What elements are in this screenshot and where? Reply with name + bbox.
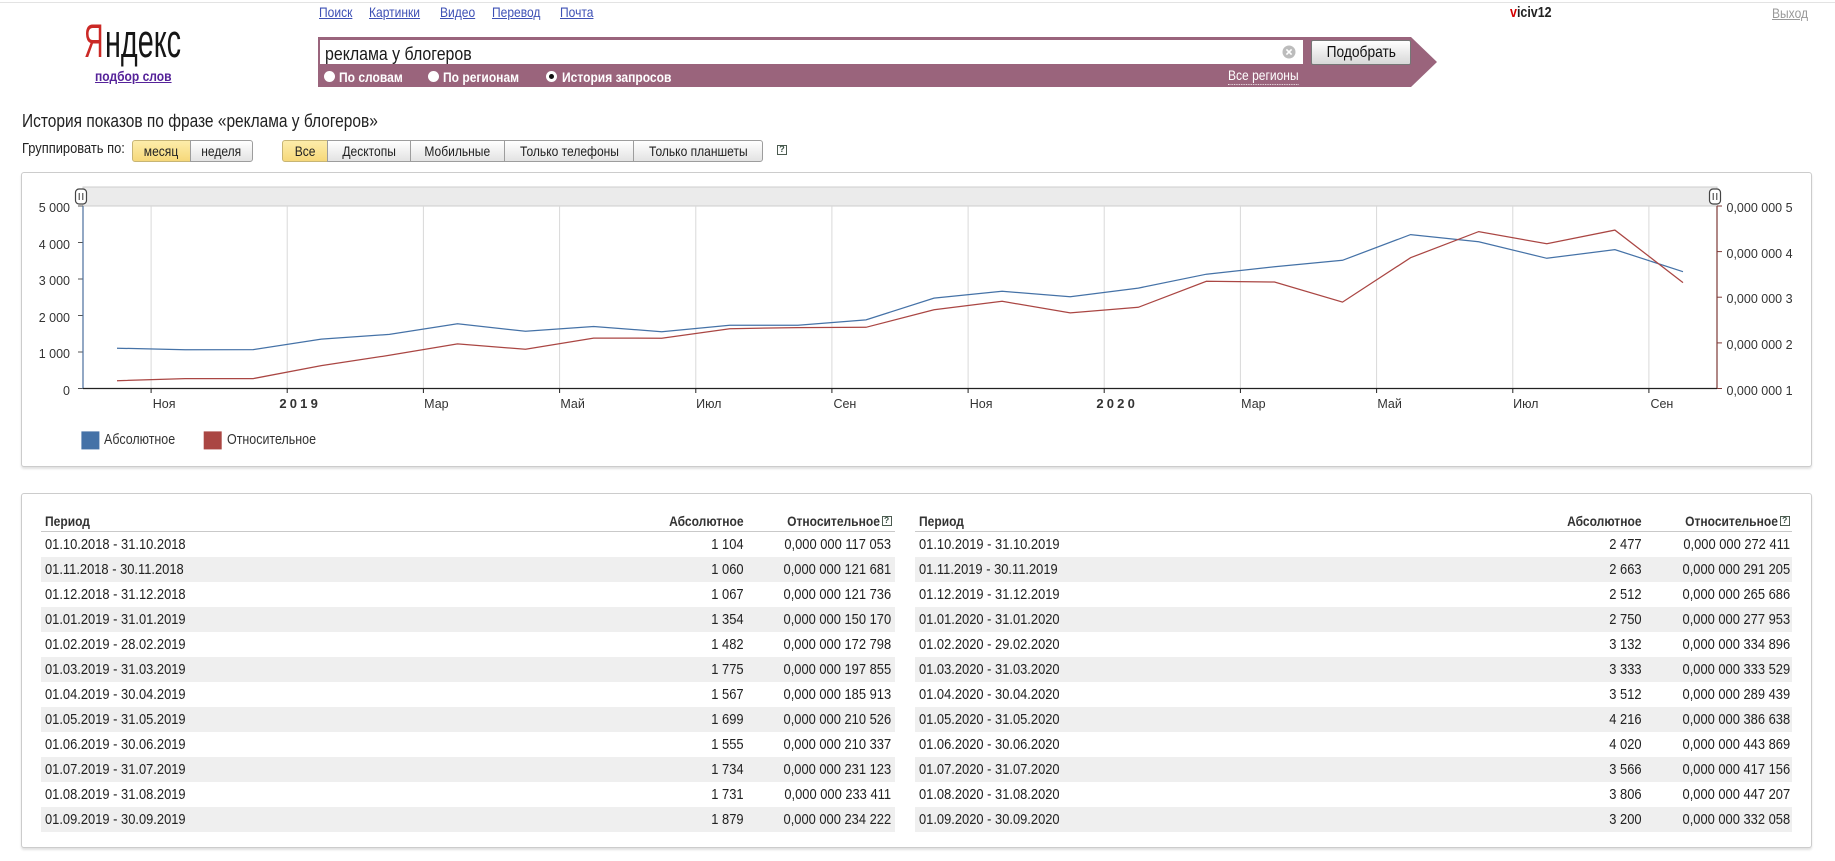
svg-text:ндекс: ндекс bbox=[105, 14, 181, 67]
svg-text:Я: Я bbox=[84, 14, 104, 67]
